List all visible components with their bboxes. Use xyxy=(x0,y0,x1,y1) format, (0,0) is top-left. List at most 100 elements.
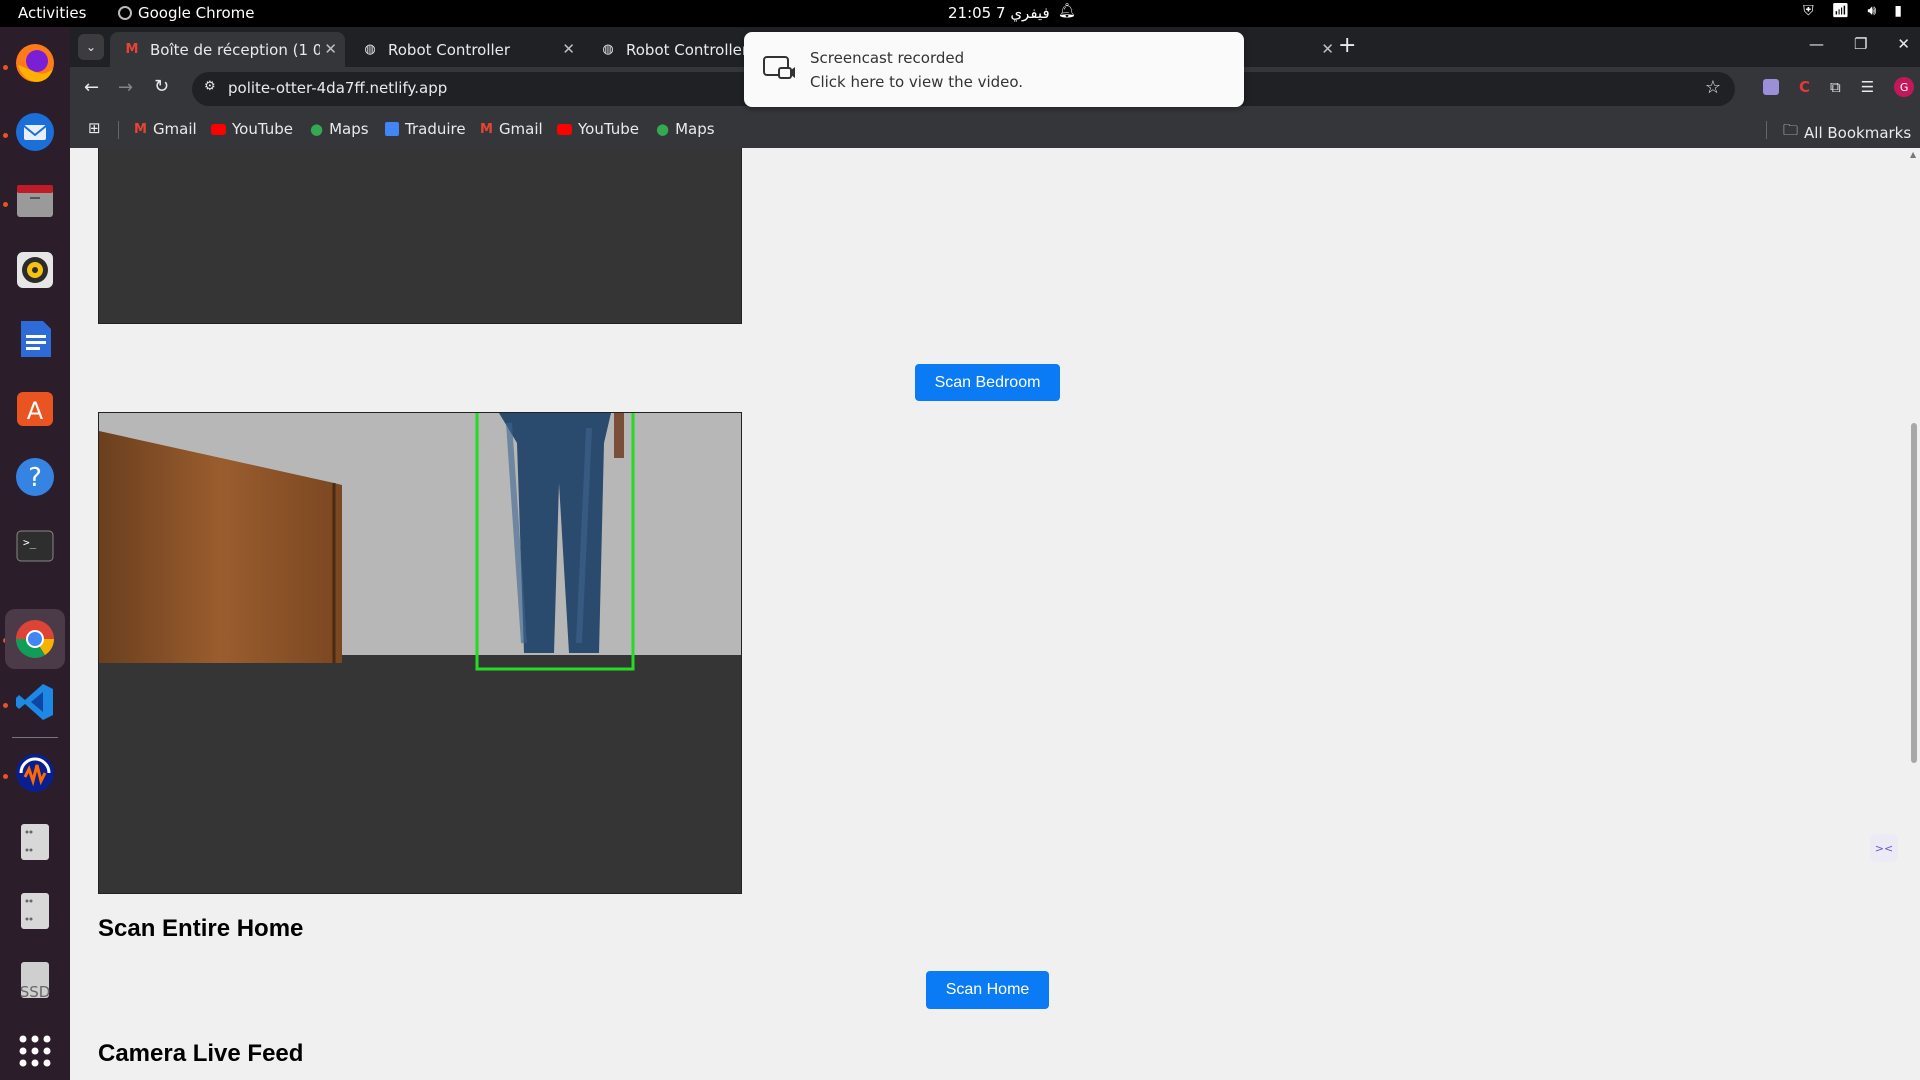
bookmarks-bar: ⊞ M Gmail YouTube ● Maps Traduire M Gmail Y… xyxy=(70,111,1920,149)
running-indicator xyxy=(3,133,8,138)
scroll-up-icon[interactable]: ▲ xyxy=(1910,150,1916,159)
all-bookmarks-label: All Bookmarks xyxy=(1804,123,1912,142)
drive-icon[interactable] xyxy=(11,818,59,866)
scan-home-button[interactable]: Scan Home xyxy=(926,971,1049,1009)
bookmark-label: Traduire xyxy=(405,120,466,138)
close-tab-icon[interactable]: ✕ xyxy=(562,40,575,58)
reload-icon[interactable]: ↻ xyxy=(154,76,169,97)
youtube-icon xyxy=(557,123,572,135)
chrome-small-icon xyxy=(118,6,132,20)
svg-text:?: ? xyxy=(28,463,42,493)
site-info-icon[interactable]: ⚙ xyxy=(204,79,216,94)
folder-icon: 🗀 xyxy=(1783,121,1799,139)
page-content: Scan Bedroom Scan Entire Home Scan Home … xyxy=(70,148,1920,1080)
reading-list-icon[interactable]: ☰ xyxy=(1861,78,1874,96)
maps-pin-icon: ● xyxy=(310,120,324,138)
bookmark-star-icon[interactable]: ☆ xyxy=(1705,77,1721,98)
minimize-icon[interactable]: — xyxy=(1809,35,1824,53)
thunderbird-icon[interactable] xyxy=(11,108,59,156)
drive-icon[interactable] xyxy=(11,887,59,935)
screencast-icon xyxy=(763,56,795,79)
bookmark-gmail[interactable]: M Gmail xyxy=(480,120,543,138)
close-tab-icon[interactable]: ✕ xyxy=(324,40,337,58)
globe-icon: ◍ xyxy=(364,42,376,57)
rhythmbox-icon[interactable] xyxy=(11,246,59,294)
youtube-icon xyxy=(211,123,226,135)
apps-grid-icon[interactable]: ⊞ xyxy=(88,119,101,137)
extensions-area: C ⧉ ☰ G ⋮ xyxy=(1763,77,1920,97)
help-icon[interactable]: ? xyxy=(11,453,59,501)
close-tab-icon[interactable]: ✕ xyxy=(1321,40,1334,58)
running-indicator xyxy=(3,65,8,70)
all-bookmarks-button[interactable]: 🗀 All Bookmarks xyxy=(1783,120,1911,145)
gmail-icon: M xyxy=(480,121,493,137)
running-indicator xyxy=(3,202,8,207)
scan-home-heading: Scan Entire Home xyxy=(98,915,304,942)
ssd-icon[interactable]: SSD xyxy=(11,956,59,1004)
writer-icon[interactable] xyxy=(11,315,59,363)
gmail-icon: M xyxy=(125,42,139,57)
extension-icon[interactable] xyxy=(1763,79,1779,95)
bedroom-camera-feed xyxy=(98,148,742,324)
bookmark-label: Maps xyxy=(675,120,715,138)
bookmark-maps[interactable]: ● Maps xyxy=(310,120,369,138)
app-name: Google Chrome xyxy=(138,4,255,22)
bookmark-label: Gmail xyxy=(152,120,197,138)
app-center-icon[interactable]: A xyxy=(11,384,59,432)
floating-widget-icon[interactable]: >< xyxy=(1870,834,1898,862)
home-camera-feed xyxy=(98,412,742,894)
notification-body: Click here to view the video. xyxy=(810,73,1024,91)
tab-gmail[interactable]: M Boîte de réception (1 03 ✕ xyxy=(110,32,345,67)
puzzle-icon[interactable]: ⧉ xyxy=(1830,78,1841,96)
tab-label: Robot Controller xyxy=(626,40,749,59)
window-controls: — ❐ ✕ xyxy=(1809,35,1910,53)
files-icon[interactable] xyxy=(11,177,59,225)
chevron-down-icon: ⌄ xyxy=(85,40,97,54)
system-tray[interactable]: ⛨ 📶︎ 🔊︎ ▮ xyxy=(1803,3,1902,19)
close-window-icon[interactable]: ✕ xyxy=(1897,35,1910,53)
bookmark-maps[interactable]: ● Maps xyxy=(656,120,715,138)
screencast-notification[interactable]: Screencast recorded Click here to view t… xyxy=(744,32,1244,107)
terminal-icon[interactable]: >_ xyxy=(11,522,59,570)
profile-avatar[interactable]: G xyxy=(1894,77,1915,97)
bookmark-youtube[interactable]: YouTube xyxy=(557,120,639,138)
scan-bedroom-button[interactable]: Scan Bedroom xyxy=(915,364,1060,401)
svg-text:A: A xyxy=(27,397,44,425)
bookmark-traduire[interactable]: Traduire xyxy=(385,120,466,138)
dock: A ? >_ SSD xyxy=(0,27,70,1080)
extension-icon[interactable]: C xyxy=(1799,78,1810,96)
forward-icon[interactable]: → xyxy=(118,77,133,98)
volume-icon: 🔊︎ xyxy=(1867,3,1877,19)
chrome-icon[interactable] xyxy=(5,609,65,669)
clock[interactable]: 21:05 7 فيفري xyxy=(948,4,1050,22)
notification-bell-icon[interactable]: 🔔︎ xyxy=(1058,3,1076,19)
activities-button[interactable]: Activities xyxy=(18,4,86,22)
tab-robot-controller[interactable]: ◍ Robot Controller ✕ xyxy=(348,32,583,67)
notification-title: Screencast recorded xyxy=(810,49,965,67)
bookmark-youtube[interactable]: YouTube xyxy=(211,120,293,138)
gmail-icon: M xyxy=(134,121,147,137)
show-apps-icon[interactable] xyxy=(11,1027,59,1075)
vscode-icon[interactable] xyxy=(11,678,59,726)
maps-pin-icon: ● xyxy=(656,120,670,138)
tab-label: Boîte de réception (1 03 xyxy=(150,40,320,59)
running-indicator xyxy=(3,774,8,779)
tab-search-button[interactable]: ⌄ xyxy=(78,34,104,60)
scrollbar-thumb[interactable] xyxy=(1911,423,1917,763)
scrollbar[interactable]: ▲ xyxy=(1908,148,1920,1080)
bookmark-gmail[interactable]: M Gmail xyxy=(134,120,197,138)
camera-live-feed-heading: Camera Live Feed xyxy=(98,1040,304,1067)
running-indicator xyxy=(3,703,8,708)
audacity-icon[interactable] xyxy=(11,749,59,797)
firefox-icon[interactable] xyxy=(11,39,59,87)
app-menu[interactable]: Google Chrome xyxy=(118,4,255,22)
bookmark-separator xyxy=(118,121,119,139)
new-tab-button[interactable]: + xyxy=(1338,33,1356,58)
svg-text:>_: >_ xyxy=(23,536,37,549)
url-text: polite-otter-4da7ff.netlify.app xyxy=(228,79,448,97)
bookmark-label: Gmail xyxy=(498,120,543,138)
bookmark-label: Maps xyxy=(329,120,369,138)
dock-separator xyxy=(12,737,58,738)
maximize-icon[interactable]: ❐ xyxy=(1854,35,1867,53)
back-icon[interactable]: ← xyxy=(84,77,99,98)
